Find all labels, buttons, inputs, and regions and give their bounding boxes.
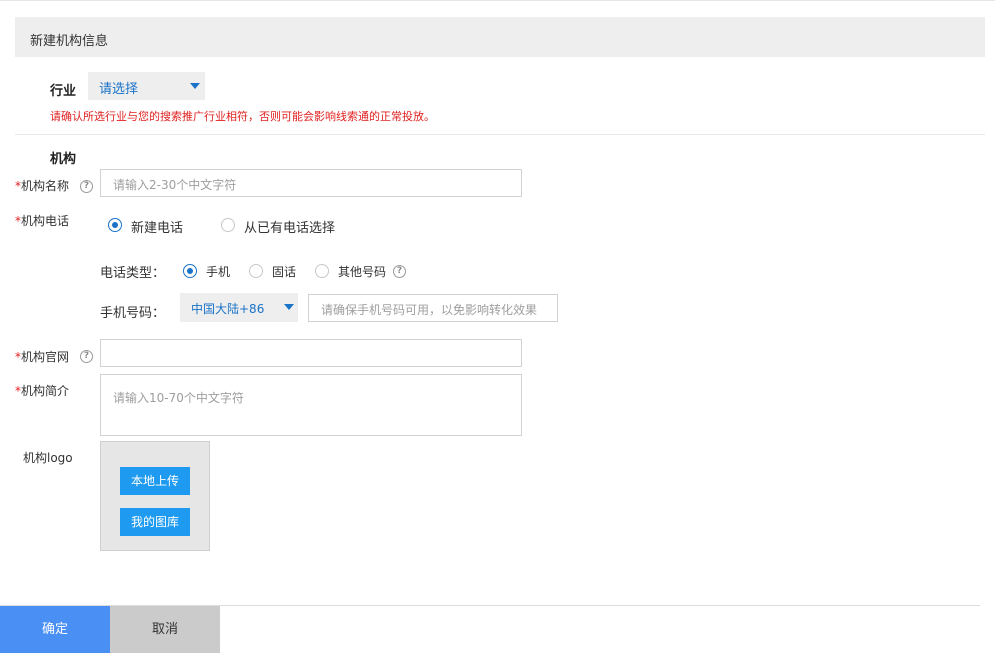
- top-border: [0, 0, 995, 1]
- local-upload-button[interactable]: 本地上传: [120, 467, 190, 495]
- radio-other-number-label[interactable]: 其他号码: [338, 263, 386, 280]
- org-name-placeholder: 请输入2-30个中文字符: [113, 178, 237, 192]
- section-header: 新建机构信息: [15, 17, 985, 57]
- radio-existing-phone[interactable]: [221, 218, 235, 232]
- org-name-label: *机构名称: [15, 177, 69, 194]
- org-phone-label-text: 机构电话: [21, 214, 70, 228]
- cancel-button[interactable]: 取消: [110, 606, 220, 653]
- divider: [15, 134, 985, 135]
- help-icon[interactable]: ?: [80, 350, 93, 363]
- radio-other-number[interactable]: [315, 264, 329, 278]
- org-website-label: *机构官网: [15, 348, 69, 365]
- confirm-button[interactable]: 确定: [0, 606, 110, 653]
- mobile-number-placeholder: 请确保手机号码可用，以免影响转化效果: [321, 303, 538, 317]
- section-title: 新建机构信息: [30, 34, 109, 49]
- mobile-number-label: 手机号码：: [100, 306, 166, 321]
- org-phone-label: *机构电话: [15, 212, 69, 229]
- phone-type-label: 电话类型：: [100, 266, 166, 281]
- org-website-input[interactable]: [100, 339, 522, 367]
- industry-label: 行业: [50, 84, 77, 99]
- org-intro-placeholder: 请输入10-70个中文字符: [113, 391, 244, 405]
- org-logo-label: 机构logo: [23, 451, 73, 465]
- org-name-input[interactable]: 请输入2-30个中文字符: [100, 169, 522, 197]
- org-name-label-text: 机构名称: [21, 179, 70, 193]
- industry-select[interactable]: 请选择: [88, 72, 205, 100]
- chevron-down-icon: [284, 304, 294, 310]
- mobile-number-input[interactable]: 请确保手机号码可用，以免影响转化效果: [308, 294, 558, 322]
- org-intro-label: *机构简介: [15, 382, 69, 399]
- radio-new-phone[interactable]: [108, 218, 122, 232]
- help-icon[interactable]: ?: [393, 265, 406, 278]
- my-gallery-button[interactable]: 我的图库: [120, 508, 190, 536]
- radio-mobile[interactable]: [183, 264, 197, 278]
- org-intro-label-text: 机构简介: [21, 384, 70, 398]
- org-website-label-text: 机构官网: [21, 350, 70, 364]
- region-code-select[interactable]: 中国大陆+86: [180, 293, 298, 322]
- industry-warning: 请确认所选行业与您的搜索推广行业相符，否则可能会影响线索通的正常投放。: [50, 110, 435, 123]
- chevron-down-icon: [190, 83, 200, 89]
- help-icon[interactable]: ?: [80, 180, 93, 193]
- org-intro-textarea[interactable]: 请输入10-70个中文字符: [100, 374, 522, 436]
- industry-select-value: 请选择: [99, 82, 139, 97]
- radio-landline[interactable]: [249, 264, 263, 278]
- radio-landline-label[interactable]: 固话: [272, 263, 296, 280]
- radio-new-phone-label[interactable]: 新建电话: [131, 217, 183, 236]
- radio-mobile-label[interactable]: 手机: [206, 263, 230, 280]
- radio-existing-phone-label[interactable]: 从已有电话选择: [244, 217, 335, 236]
- org-section-label: 机构: [50, 152, 77, 167]
- region-code-value: 中国大陆+86: [191, 302, 265, 316]
